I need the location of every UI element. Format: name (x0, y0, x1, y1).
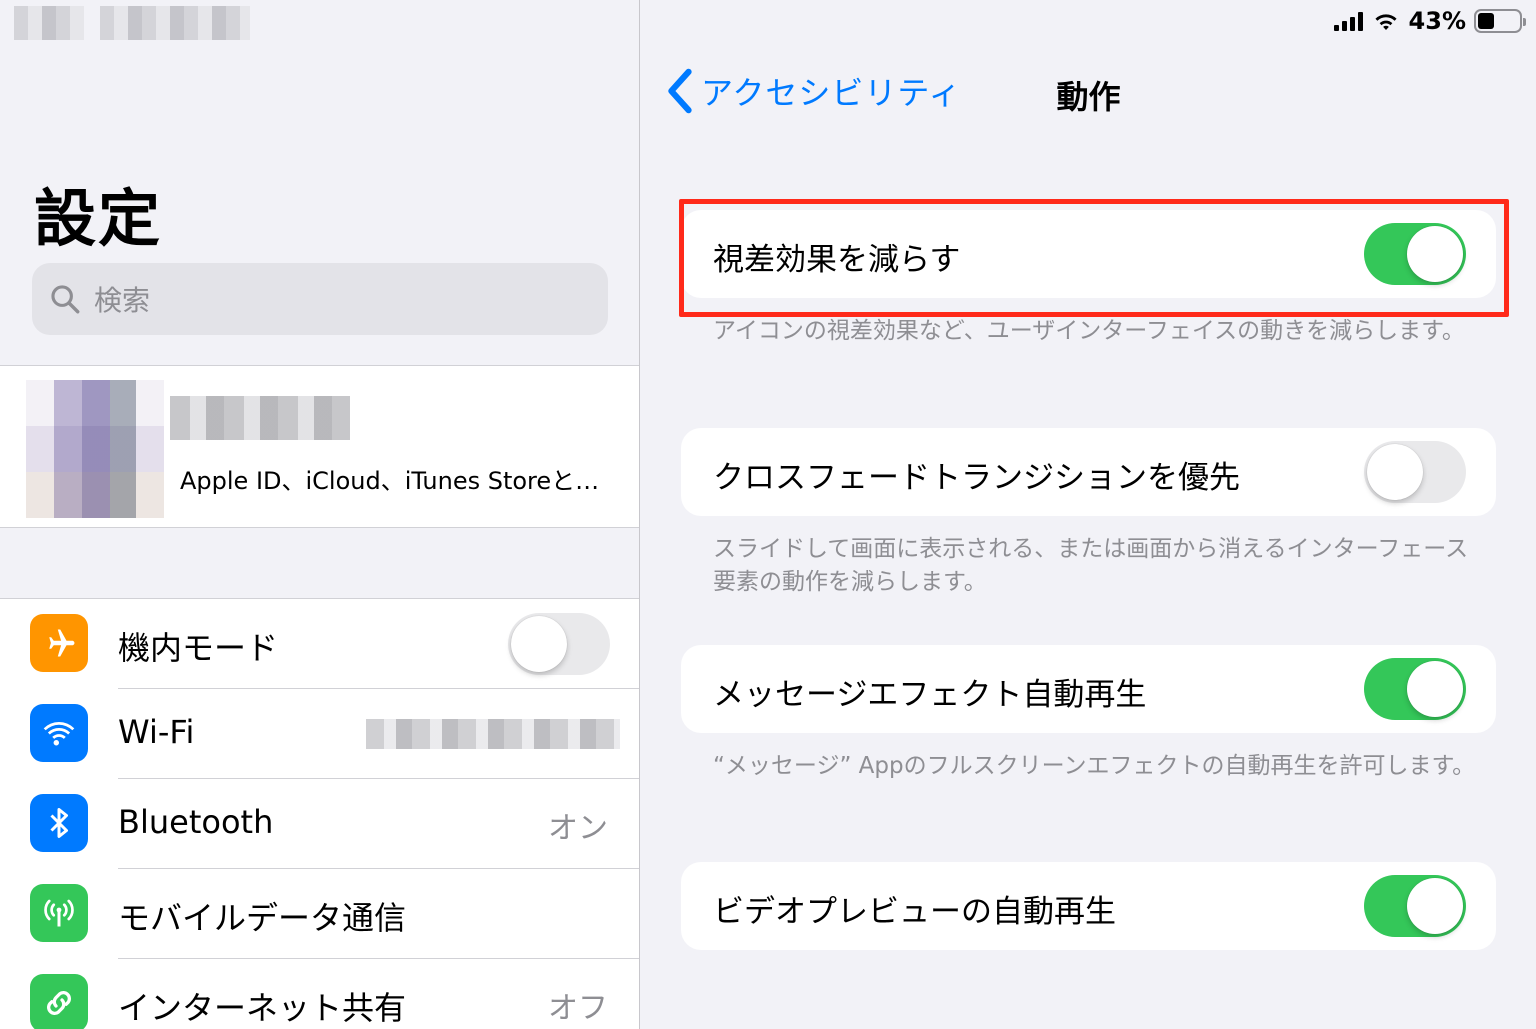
sidebar-item-airplane[interactable]: 機内モード (0, 599, 639, 689)
setting-note: アイコンの視差効果など、ユーザインターフェイスの動きを減らします。 (713, 318, 1465, 344)
video-preview-toggle[interactable] (1364, 875, 1466, 937)
sidebar-item-hotspot[interactable]: インターネット共有 オフ (0, 959, 639, 1029)
cross-fade-row: クロスフェードトランジションを優先 (681, 428, 1496, 516)
hotspot-status: オフ (548, 991, 608, 1026)
apple-id-row[interactable]: Apple ID、iCloud、iTunes Storeと… (0, 365, 639, 528)
battery-percentage: 43% (1408, 7, 1466, 35)
sidebar-item-bluetooth[interactable]: Bluetooth オン (0, 779, 639, 869)
sidebar-item-label: 機内モード (118, 629, 279, 667)
bluetooth-icon (30, 794, 88, 852)
search-placeholder: 検索 (94, 284, 151, 317)
video-preview-row: ビデオプレビューの自動再生 (681, 862, 1496, 950)
sidebar-item-mobile-data[interactable]: モバイルデータ通信 (0, 869, 639, 959)
page-title: 設定 (34, 182, 163, 255)
search-field[interactable]: 検索 (32, 263, 608, 335)
setting-label: メッセージエフェクト自動再生 (713, 677, 1147, 713)
blurred-time (14, 6, 84, 40)
account-subtitle: Apple ID、iCloud、iTunes Storeと… (180, 467, 600, 495)
wifi-status-icon (1374, 14, 1397, 30)
airplane-toggle[interactable] (508, 613, 610, 675)
settings-sidebar: 設定 検索 Apple ID、iCloud、iTunes Storeと… 機内モ… (0, 0, 640, 1029)
wifi-icon (30, 704, 88, 762)
detail-pane: 43% アクセシビリティ 動作 視差効果を減らす アイコンの視差効果など、ユーザ… (641, 0, 1536, 1029)
bluetooth-status: オン (548, 811, 608, 846)
blurred-account-name (170, 396, 350, 440)
sidebar-item-label: Bluetooth (118, 803, 274, 841)
cellular-signal-icon (1333, 11, 1363, 31)
search-icon (51, 285, 80, 314)
sidebar-item-label: モバイルデータ通信 (118, 899, 407, 937)
message-effects-toggle[interactable] (1364, 658, 1466, 720)
cross-fade-toggle[interactable] (1364, 441, 1466, 503)
setting-label: クロスフェードトランジションを優先 (713, 460, 1240, 496)
sidebar-item-label: インターネット共有 (118, 989, 407, 1027)
page-title: 動作 (1056, 78, 1121, 116)
setting-note: スライドして画面に表示される、または画面から消えるインターフェース要素の動作を減… (713, 536, 1469, 595)
blurred-network-name (366, 719, 620, 749)
battery-icon (1474, 9, 1526, 33)
connectivity-group: 機内モード Wi-Fi Bluetooth オン モバイルデータ通信 インターネ… (0, 598, 639, 1029)
highlight-box (679, 199, 1509, 317)
antenna-icon (30, 884, 88, 942)
status-bar: 43% (1333, 6, 1526, 36)
sidebar-item-label: Wi-Fi (118, 713, 195, 751)
airplane-icon (30, 614, 88, 672)
sidebar-item-wifi[interactable]: Wi-Fi (0, 689, 639, 779)
avatar (26, 380, 164, 518)
setting-label: ビデオプレビューの自動再生 (713, 894, 1116, 930)
link-icon (30, 974, 88, 1029)
message-effects-row: メッセージエフェクト自動再生 (681, 645, 1496, 733)
blurred-date (100, 6, 250, 40)
setting-note: “メッセージ” Appのフルスクリーンエフェクトの自動再生を許可します。 (713, 753, 1476, 779)
